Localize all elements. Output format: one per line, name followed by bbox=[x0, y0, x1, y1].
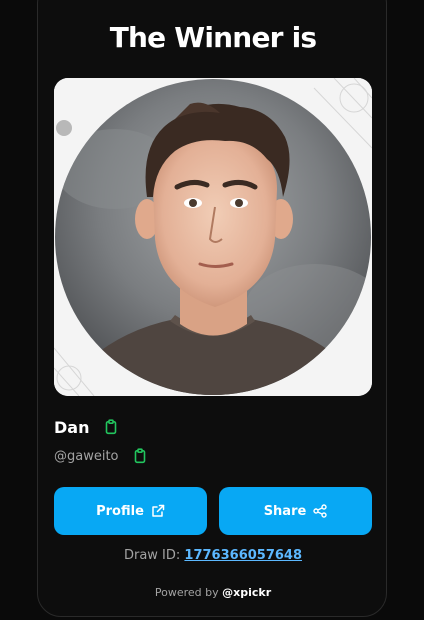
share-button[interactable]: Share bbox=[219, 487, 372, 535]
powered-by-prefix: Powered by bbox=[154, 586, 219, 599]
profile-button-label: Profile bbox=[96, 503, 144, 519]
winner-card: The Winner is Dan @gaweito Profile Share… bbox=[37, 0, 387, 617]
draw-id-row: Draw ID: 1776366057648 bbox=[38, 548, 388, 563]
winner-avatar bbox=[55, 79, 371, 395]
winner-name-row: Dan bbox=[54, 417, 119, 437]
share-button-label: Share bbox=[263, 503, 307, 519]
powered-by-brand[interactable]: @xpickr bbox=[222, 586, 271, 599]
page-title: The Winner is bbox=[109, 21, 317, 54]
copy-handle-icon[interactable] bbox=[132, 448, 148, 464]
winner-photo-frame bbox=[54, 78, 372, 396]
powered-by: Powered by @xpickr bbox=[38, 586, 388, 599]
winner-handle: @gaweito bbox=[54, 448, 119, 464]
winner-name: Dan bbox=[54, 417, 90, 437]
draw-id-link[interactable]: 1776366057648 bbox=[184, 548, 302, 563]
draw-id-label: Draw ID: bbox=[123, 548, 181, 563]
external-link-icon bbox=[152, 504, 165, 517]
copy-name-icon[interactable] bbox=[103, 419, 119, 435]
share-icon bbox=[313, 504, 328, 518]
winner-handle-row: @gaweito bbox=[54, 446, 148, 466]
profile-button[interactable]: Profile bbox=[54, 487, 207, 535]
